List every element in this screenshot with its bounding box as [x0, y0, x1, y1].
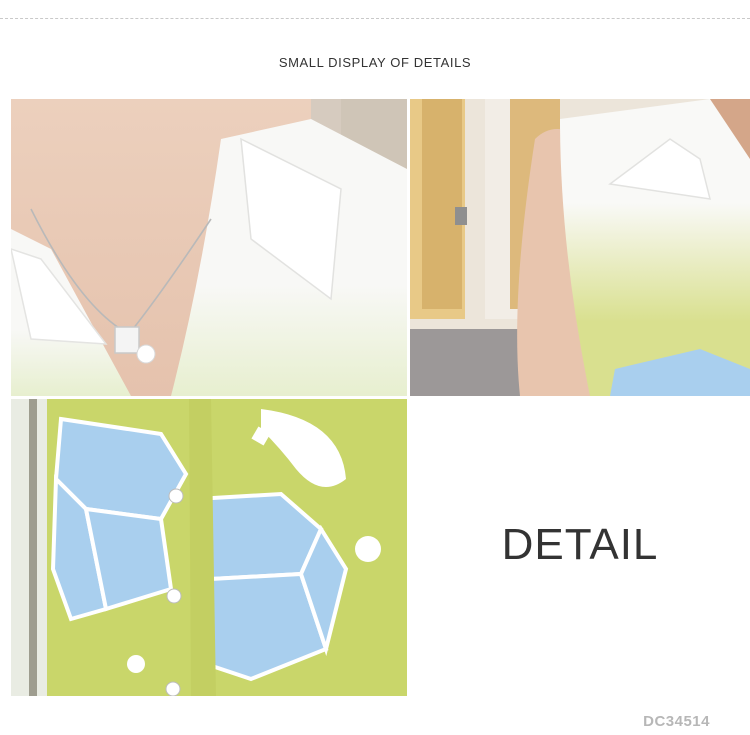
collar-necklace-photo: [11, 99, 407, 396]
product-code: DC34514: [643, 713, 710, 730]
sleeveless-shoulder-photo: [410, 99, 750, 396]
detail-label: DETAIL: [501, 520, 659, 569]
ice-cube-print-buttons-photo: [11, 399, 407, 696]
top-dashed-divider: [0, 18, 750, 19]
section-title: SMALL DISPLAY OF DETAILS: [278, 55, 472, 70]
